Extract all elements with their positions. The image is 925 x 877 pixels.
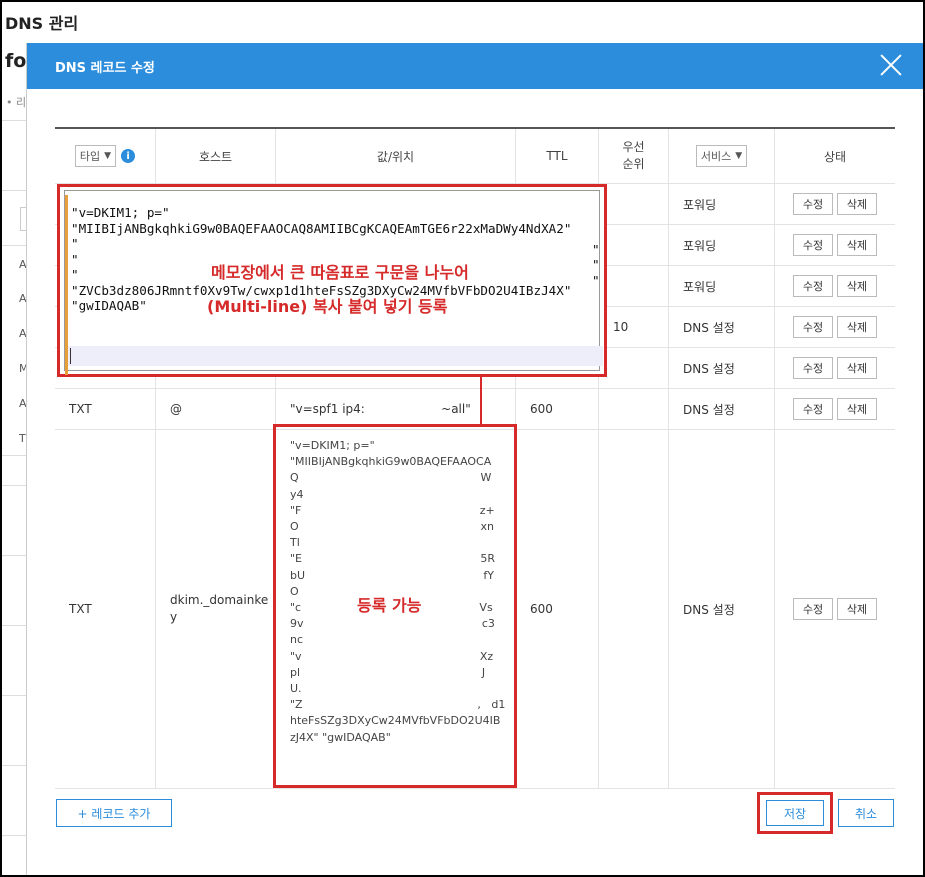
divider (0, 835, 26, 836)
background-row-type: T (19, 432, 26, 445)
row-service: 포워딩 (669, 266, 775, 306)
delete-button[interactable]: 삭제 (837, 398, 877, 420)
ttl-header: TTL (516, 129, 599, 183)
row-service: DNS 설정 (669, 348, 775, 388)
delete-button[interactable]: 삭제 (837, 357, 877, 379)
close-icon[interactable] (879, 53, 903, 77)
info-icon[interactable]: i (121, 149, 136, 163)
delete-button[interactable]: 삭제 (837, 193, 877, 215)
dns-record-edit-modal: DNS 레코드 수정 타입 ▼ i 호스트 값/위치 TTL 우선 순위 서비스 ▼ … (26, 43, 923, 877)
notepad-overlay: "v=DKIM1; p=" "MIIBIjANBgkqhkiG9w0BAQEFA… (57, 184, 607, 377)
row-ttl: 600 (516, 389, 599, 429)
delete-button[interactable]: 삭제 (837, 316, 877, 338)
row-priority: 10 (599, 307, 669, 347)
modal-header: DNS 레코드 수정 (27, 43, 923, 89)
delete-button[interactable]: 삭제 (837, 234, 877, 256)
row-service: DNS 설정 (669, 430, 775, 788)
row-priority (599, 266, 669, 306)
row-priority (599, 430, 669, 788)
edit-button[interactable]: 수정 (793, 234, 833, 256)
edit-button[interactable]: 수정 (793, 275, 833, 297)
notepad-quote: " (592, 257, 600, 272)
notepad-quote: " (592, 273, 600, 288)
row-service: 포워딩 (669, 225, 775, 265)
page-title: DNS 관리 (5, 14, 79, 33)
row-priority (599, 389, 669, 429)
row-type: TXT (55, 389, 156, 429)
row-priority (599, 184, 669, 224)
annotation-connector (480, 376, 482, 424)
divider (0, 695, 26, 696)
service-header: 서비스 ▼ (669, 129, 775, 183)
divider (0, 245, 26, 246)
row-actions: 수정 삭제 (775, 266, 895, 306)
notepad-editor[interactable]: "v=DKIM1; p=" "MIIBIjANBgkqhkiG9w0BAQEFA… (64, 190, 603, 375)
status-header: 상태 (775, 129, 895, 183)
edit-button[interactable]: 수정 (793, 316, 833, 338)
delete-button[interactable]: 삭제 (837, 598, 877, 620)
table-row: TXT dkim._domainkey "v=DKIM1; p=" "MIIBI… (55, 430, 895, 789)
notepad-current-line (68, 346, 603, 366)
divider (0, 190, 26, 191)
value-header: 값/위치 (276, 129, 516, 183)
row-priority (599, 348, 669, 388)
row-actions: 수정 삭제 (775, 307, 895, 347)
row-service: DNS 설정 (669, 389, 775, 429)
edit-button[interactable]: 수정 (793, 193, 833, 215)
divider (0, 765, 26, 766)
row-actions: 수정 삭제 (775, 348, 895, 388)
row-actions: 수정 삭제 (775, 389, 895, 429)
table-row: TXT @ "v=spf1 ip4: ~all" 600 DNS 설정 수정 삭제 (55, 389, 895, 430)
row-host: dkim._domainkey (156, 430, 276, 788)
save-highlight-box: 저장 (757, 792, 833, 834)
priority-header: 우선 순위 (599, 129, 669, 183)
row-actions: 수정 삭제 (775, 430, 895, 788)
notepad-quote: " (592, 242, 600, 257)
row-host: @ (156, 389, 276, 429)
page-tab-fragment: • 리 (6, 96, 27, 109)
save-button[interactable]: 저장 (766, 800, 824, 826)
row-ttl: 600 (516, 430, 599, 788)
edit-button[interactable]: 수정 (793, 398, 833, 420)
divider (0, 455, 26, 456)
row-actions: 수정 삭제 (775, 184, 895, 224)
add-record-button[interactable]: + 레코드 추가 (56, 799, 172, 827)
annotation-registration-possible: 등록 가능 (357, 596, 422, 615)
row-actions: 수정 삭제 (775, 225, 895, 265)
row-type: TXT (55, 430, 156, 788)
edit-button[interactable]: 수정 (793, 598, 833, 620)
table-header: 타입 ▼ i 호스트 값/위치 TTL 우선 순위 서비스 ▼ 상태 (55, 129, 895, 184)
divider (0, 625, 26, 626)
divider (0, 485, 26, 486)
type-header: 타입 ▼ i (55, 129, 156, 183)
host-header: 호스트 (156, 129, 276, 183)
chevron-down-icon: ▼ (735, 151, 743, 161)
chevron-down-icon: ▼ (104, 151, 112, 161)
divider (0, 120, 26, 121)
row-priority (599, 225, 669, 265)
page-fragment: fo (5, 50, 27, 72)
type-filter-select[interactable]: 타입 ▼ (74, 145, 117, 167)
delete-button[interactable]: 삭제 (837, 275, 877, 297)
cancel-button[interactable]: 취소 (838, 799, 894, 827)
annotation-multiline-1: 메모장에서 큰 따옴표로 구문을 나누어 (211, 263, 469, 282)
divider (0, 555, 26, 556)
annotation-multiline-2: (Multi-line) 복사 붙여 넣기 등록 (207, 297, 448, 316)
row-service: DNS 설정 (669, 307, 775, 347)
edit-button[interactable]: 수정 (793, 357, 833, 379)
row-service: 포워딩 (669, 184, 775, 224)
modal-title: DNS 레코드 수정 (55, 61, 155, 76)
service-filter-select[interactable]: 서비스 ▼ (695, 145, 748, 167)
